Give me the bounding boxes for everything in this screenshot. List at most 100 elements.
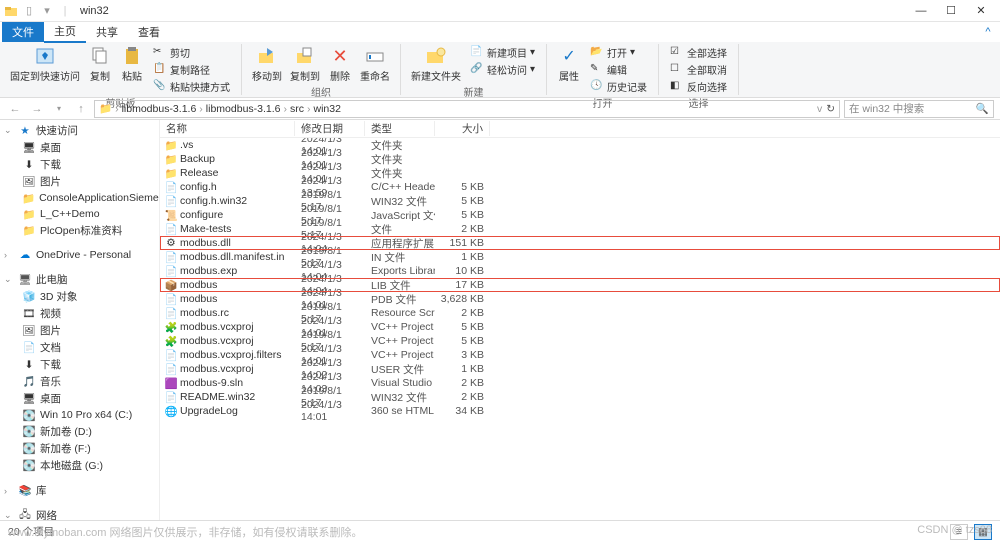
- selectall-button[interactable]: ☑全部选择: [668, 44, 729, 61]
- file-row[interactable]: 📄modbus.exp2024/1/3 14:04Exports Library…: [160, 264, 1000, 278]
- pasteshortcut-button[interactable]: 📎粘贴快捷方式: [151, 78, 232, 95]
- sidebar-item[interactable]: 🖥桌面: [0, 139, 159, 156]
- minimize-button[interactable]: ―: [906, 1, 936, 21]
- tab-view[interactable]: 查看: [128, 22, 170, 42]
- sidebar-item[interactable]: 📁PlcOpen标准资料: [0, 222, 159, 239]
- ribbon-help-icon[interactable]: ^: [978, 26, 998, 38]
- address-bar[interactable]: 📁 › libmodbus-3.1.6› libmodbus-3.1.6› sr…: [94, 100, 840, 118]
- group-new-label: 新建: [407, 84, 540, 96]
- file-row[interactable]: 📜configure2019/8/1 5:17JavaScript 文件5 KB: [160, 208, 1000, 222]
- sidebar-onedrive[interactable]: ›☁OneDrive - Personal: [0, 247, 159, 263]
- file-row[interactable]: 📄modbus.rc2019/8/1 5:17Resource Script2 …: [160, 306, 1000, 320]
- file-row[interactable]: 📄modbus.dll.manifest.in2019/8/1 5:17IN 文…: [160, 250, 1000, 264]
- sidebar-item[interactable]: 🧊3D 对象: [0, 288, 159, 305]
- qat-item[interactable]: ▯: [22, 4, 36, 18]
- sidebar-item-label: 视频: [40, 306, 61, 321]
- sidebar-item[interactable]: 🖼图片: [0, 173, 159, 190]
- up-button[interactable]: ↑: [72, 100, 90, 118]
- breadcrumb-part[interactable]: src: [290, 103, 304, 115]
- file-row[interactable]: 📄Make-tests2019/8/1 5:17文件2 KB: [160, 222, 1000, 236]
- col-name[interactable]: 名称: [160, 121, 295, 136]
- sidebar-thispc[interactable]: ⌄🖥此电脑: [0, 271, 159, 288]
- sidebar-item[interactable]: ⬇下载: [0, 356, 159, 373]
- file-name: README.win32: [178, 391, 295, 403]
- close-button[interactable]: ✕: [966, 1, 996, 21]
- file-type: 文件: [365, 222, 435, 237]
- sidebar-item[interactable]: 📁L_C++Demo: [0, 206, 159, 222]
- sidebar-item[interactable]: ⬇下载: [0, 156, 159, 173]
- forward-button[interactable]: →: [28, 100, 46, 118]
- addr-dropdown-icon[interactable]: v: [817, 103, 822, 115]
- file-row[interactable]: 📄README.win322019/8/1 5:17WIN32 文件2 KB: [160, 390, 1000, 404]
- file-type: JavaScript 文件: [365, 208, 435, 223]
- tab-file[interactable]: 文件: [2, 22, 44, 42]
- sidebar-item[interactable]: 🎞视频: [0, 305, 159, 322]
- col-size[interactable]: 大小: [435, 121, 490, 136]
- sidebar-item-icon: 📄: [22, 341, 36, 355]
- copypath-button[interactable]: 📋复制路径: [151, 61, 232, 78]
- folder-icon: [4, 4, 18, 18]
- file-row[interactable]: 📦modbus2024/1/3 14:04LIB 文件17 KB: [160, 278, 1000, 292]
- sidebar-item[interactable]: 💽新加卷 (D:): [0, 423, 159, 440]
- file-row[interactable]: 📄modbus2024/1/3 14:01PDB 文件3,628 KB: [160, 292, 1000, 306]
- tab-home[interactable]: 主页: [44, 21, 86, 43]
- file-size: 17 KB: [435, 279, 490, 291]
- back-button[interactable]: ←: [6, 100, 24, 118]
- file-row[interactable]: 📁Release2024/1/3 14:01文件夹: [160, 166, 1000, 180]
- file-row[interactable]: 📁Backup2024/1/3 14:01文件夹: [160, 152, 1000, 166]
- file-row[interactable]: 📄config.h2024/1/3 13:59C/C++ Header5 KB: [160, 180, 1000, 194]
- qat-dropdown[interactable]: ▾: [40, 4, 54, 18]
- copyto-button[interactable]: 复制到: [286, 44, 324, 84]
- paste-button[interactable]: 粘贴: [116, 44, 148, 84]
- file-row[interactable]: 📄modbus.vcxproj2024/1/3 14:02USER 文件1 KB: [160, 362, 1000, 376]
- sidebar-item[interactable]: 🎵音乐: [0, 373, 159, 390]
- breadcrumb-part[interactable]: libmodbus-3.1.6: [122, 103, 197, 115]
- cut-button[interactable]: ✂剪切: [151, 44, 232, 61]
- pin-button[interactable]: 固定到快速访问: [6, 44, 84, 84]
- copy-button[interactable]: 复制: [84, 44, 116, 84]
- file-row[interactable]: 🧩modbus.vcxproj2019/8/1 5:17VC++ Project…: [160, 334, 1000, 348]
- details-view-button[interactable]: ≡: [950, 524, 968, 540]
- refresh-button[interactable]: ↻: [826, 103, 835, 115]
- breadcrumb-part[interactable]: win32: [314, 103, 341, 115]
- file-row[interactable]: 🧩modbus.vcxproj2024/1/3 14:01VC++ Projec…: [160, 320, 1000, 334]
- history-button[interactable]: 🕓历史记录: [588, 78, 649, 95]
- sidebar-item[interactable]: 🖥桌面: [0, 390, 159, 407]
- edit-button[interactable]: ✎编辑: [588, 61, 649, 78]
- invert-button[interactable]: ◧反向选择: [668, 78, 729, 95]
- rename-button[interactable]: 重命名: [356, 44, 394, 84]
- file-row[interactable]: 📁.vs2024/1/3 14:01文件夹: [160, 138, 1000, 152]
- navigation-pane[interactable]: ⌄★快速访问 🖥桌面⬇下载🖼图片📁ConsoleApplicationSieme…: [0, 120, 160, 525]
- file-row[interactable]: ⚙modbus.dll2024/1/3 14:04应用程序扩展151 KB: [160, 236, 1000, 250]
- col-type[interactable]: 类型: [365, 121, 435, 136]
- column-headers[interactable]: 名称 修改日期 类型 大小: [160, 120, 1000, 138]
- sidebar-item[interactable]: 📄文档: [0, 339, 159, 356]
- sidebar-quickaccess[interactable]: ⌄★快速访问: [0, 122, 159, 139]
- icons-view-button[interactable]: ▦: [974, 524, 992, 540]
- recent-dropdown[interactable]: ▾: [50, 100, 68, 118]
- newitem-button[interactable]: 📄新建项目 ▾: [468, 44, 537, 61]
- easyaccess-button[interactable]: 🔗轻松访问 ▾: [468, 61, 537, 78]
- file-list-pane[interactable]: 名称 修改日期 类型 大小 📁.vs2024/1/3 14:01文件夹📁Back…: [160, 120, 1000, 525]
- properties-button[interactable]: ✓属性: [553, 44, 585, 84]
- maximize-button[interactable]: ☐: [936, 1, 966, 21]
- sidebar-item[interactable]: 💽新加卷 (F:): [0, 440, 159, 457]
- file-row[interactable]: 🌐UpgradeLog2024/1/3 14:01360 se HTML Do.…: [160, 404, 1000, 418]
- delete-button[interactable]: ✕删除: [324, 44, 356, 84]
- file-row[interactable]: 🟪modbus-9.sln2024/1/3 14:03Visual Studio…: [160, 376, 1000, 390]
- moveto-button[interactable]: 移动到: [248, 44, 286, 84]
- open-button[interactable]: 📂打开 ▾: [588, 44, 649, 61]
- sidebar-item[interactable]: 💽Win 10 Pro x64 (C:): [0, 407, 159, 423]
- file-row[interactable]: 📄config.h.win322019/8/1 5:17WIN32 文件5 KB: [160, 194, 1000, 208]
- sidebar-item[interactable]: 📁ConsoleApplicationSiemensSnap7Demo: [0, 190, 159, 206]
- col-date[interactable]: 修改日期: [295, 121, 365, 136]
- file-row[interactable]: 📄modbus.vcxproj.filters2024/1/3 14:01VC+…: [160, 348, 1000, 362]
- newfolder-button[interactable]: 新建文件夹: [407, 44, 465, 84]
- selectnone-button[interactable]: ☐全部取消: [668, 61, 729, 78]
- tab-share[interactable]: 共享: [86, 22, 128, 42]
- sidebar-libraries[interactable]: ›📚库: [0, 482, 159, 499]
- sidebar-item[interactable]: 💽本地磁盘 (G:): [0, 457, 159, 474]
- search-input[interactable]: 在 win32 中搜索 🔍: [844, 100, 994, 118]
- sidebar-item[interactable]: 🖼图片: [0, 322, 159, 339]
- breadcrumb-part[interactable]: libmodbus-3.1.6: [206, 103, 281, 115]
